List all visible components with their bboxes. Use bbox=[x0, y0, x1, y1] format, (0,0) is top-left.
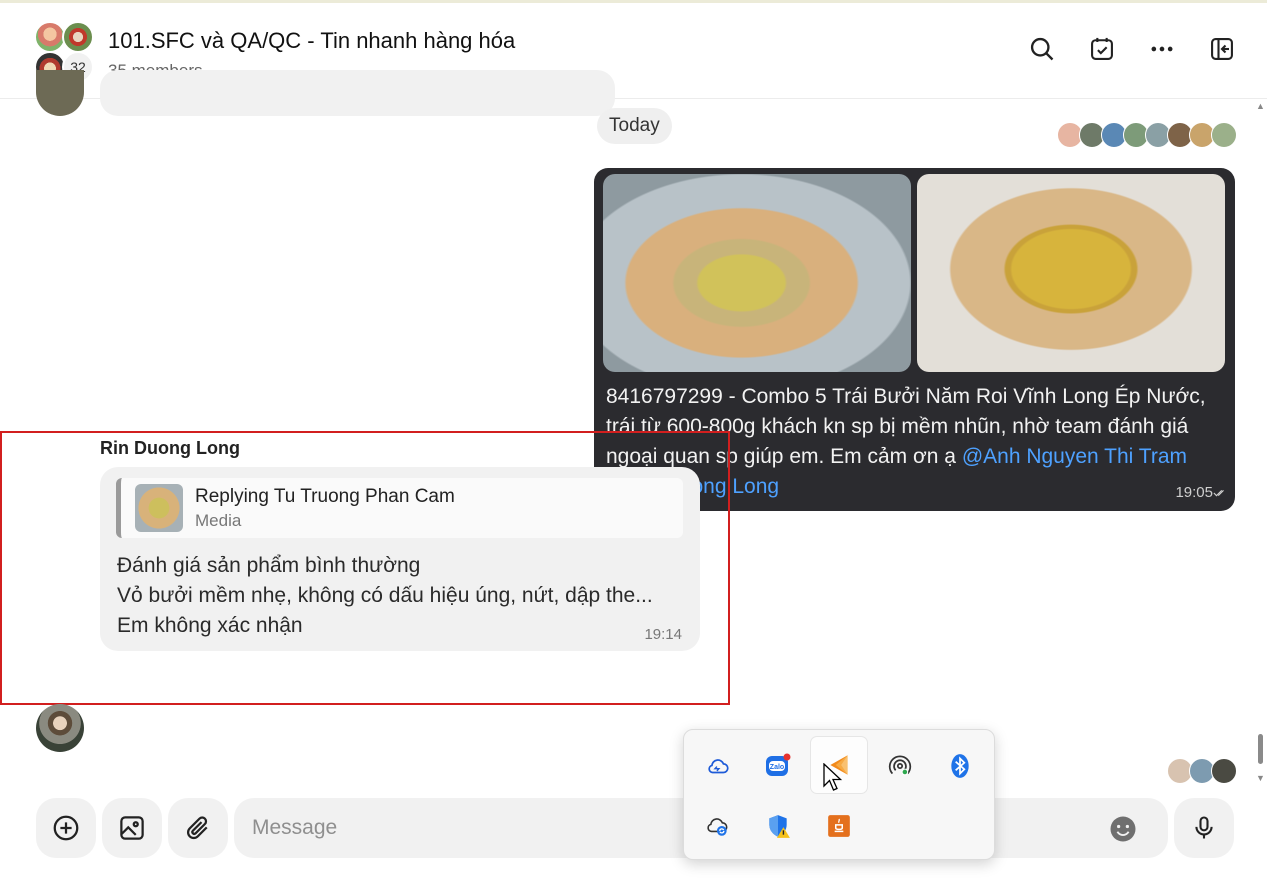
message-time: 19:14 bbox=[644, 626, 682, 643]
message-composer bbox=[0, 790, 1267, 880]
onedrive-sync-icon[interactable] bbox=[690, 798, 746, 854]
scroll-down-arrow[interactable]: ▼ bbox=[1256, 774, 1265, 783]
system-tray-overflow: Zalo bbox=[683, 729, 995, 860]
java-icon[interactable] bbox=[811, 798, 867, 854]
mic-icon bbox=[1195, 816, 1213, 839]
mic-button[interactable] bbox=[1174, 798, 1234, 858]
message-line: Vỏ bưởi mềm nhẹ, không có dấu hiệu úng, … bbox=[117, 584, 653, 607]
scroll-thumb[interactable] bbox=[1258, 734, 1263, 764]
zalo-icon[interactable]: Zalo bbox=[750, 738, 806, 794]
seen-avatar bbox=[1211, 122, 1237, 148]
previous-message-bubble[interactable] bbox=[100, 70, 615, 116]
message-photo[interactable] bbox=[603, 174, 911, 372]
search-icon[interactable] bbox=[1024, 31, 1060, 67]
add-button[interactable] bbox=[36, 798, 96, 858]
seen-avatar bbox=[1211, 758, 1237, 784]
emoji-icon[interactable] bbox=[1108, 814, 1138, 844]
avatar[interactable] bbox=[36, 704, 84, 752]
incoming-message[interactable]: Replying Tu Truong Phan Cam Media Đánh g… bbox=[100, 467, 700, 651]
hotspot-icon[interactable] bbox=[872, 738, 928, 794]
bluetooth-icon[interactable] bbox=[932, 738, 988, 794]
mention-link[interactable]: @Anh Nguyen Thi Tram bbox=[962, 445, 1187, 468]
attach-icon bbox=[186, 816, 208, 840]
seen-avatars[interactable] bbox=[1167, 758, 1237, 784]
reply-quote[interactable]: Replying Tu Truong Phan Cam Media bbox=[116, 478, 683, 538]
attach-button[interactable] bbox=[168, 798, 228, 858]
reply-title: Replying Tu Truong Phan Cam bbox=[195, 486, 455, 507]
cloud-icon[interactable] bbox=[690, 738, 746, 794]
zalo-label: Zalo bbox=[770, 764, 784, 771]
scroll-up-arrow[interactable]: ▲ bbox=[1256, 102, 1265, 111]
message-photo[interactable] bbox=[917, 174, 1225, 372]
image-icon bbox=[120, 816, 144, 840]
sender-name[interactable]: Rin Duong Long bbox=[100, 438, 240, 459]
chat-scrollbar[interactable]: ▲ ▼ bbox=[1256, 102, 1265, 783]
double-check-icon bbox=[1213, 489, 1224, 497]
incoming-message-text: Đánh giá sản phẩm bình thường Vỏ bưởi mề… bbox=[117, 551, 692, 641]
avatar[interactable] bbox=[36, 70, 84, 116]
mouse-cursor-icon bbox=[823, 763, 843, 791]
collapse-sidebar-icon[interactable] bbox=[1204, 31, 1240, 67]
group-title[interactable]: 101.SFC và QA/QC - Tin nhanh hàng hóa bbox=[108, 28, 515, 54]
image-button[interactable] bbox=[102, 798, 162, 858]
checklist-icon[interactable] bbox=[1084, 31, 1120, 67]
message-line: Đánh giá sản phẩm bình thường bbox=[117, 554, 421, 577]
security-shield-icon[interactable] bbox=[750, 798, 806, 854]
message-time: 19:05 bbox=[1175, 484, 1213, 501]
reply-subtitle: Media bbox=[195, 511, 242, 530]
add-icon bbox=[53, 815, 79, 841]
message-line: Em không xác nhận bbox=[117, 614, 303, 637]
member-avatar bbox=[62, 21, 94, 53]
more-icon[interactable] bbox=[1144, 31, 1180, 67]
reply-thumbnail bbox=[135, 484, 183, 532]
seen-avatars[interactable] bbox=[1057, 122, 1237, 148]
date-divider: Today bbox=[597, 108, 672, 144]
